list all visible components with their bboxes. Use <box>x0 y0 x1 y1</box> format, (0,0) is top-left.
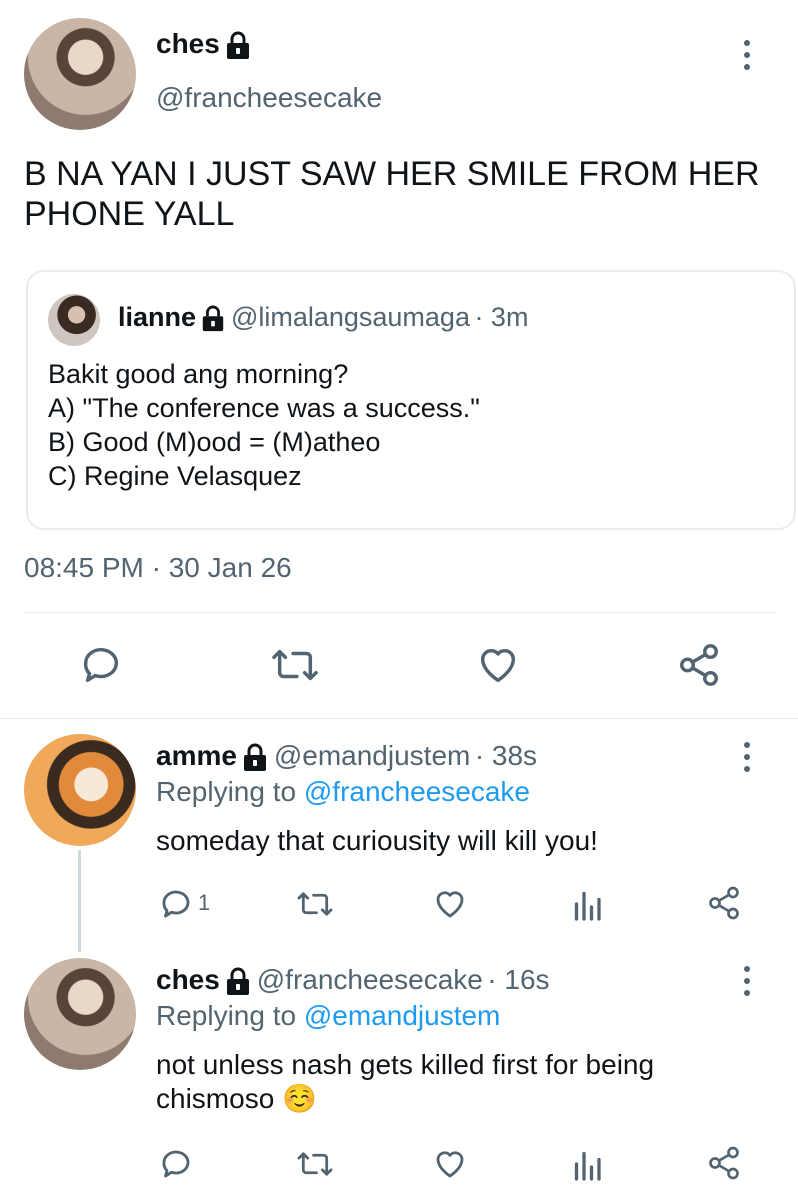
divider <box>0 718 798 719</box>
lock-icon <box>200 305 226 338</box>
like-icon <box>436 1151 464 1178</box>
reply-author[interactable]: amme @emandjustem · 38s <box>156 740 537 778</box>
replying-to-label: Replying to <box>156 776 297 807</box>
lock-icon <box>224 967 252 1002</box>
main-tweet-text: B NA YAN I JUST SAW HER SMILE FROM HER P… <box>24 155 760 233</box>
reply-handle: @emandjustem <box>273 740 471 771</box>
divider <box>24 612 776 613</box>
reply-button[interactable] <box>78 642 124 688</box>
like-button[interactable] <box>432 1146 468 1182</box>
quoted-tweet-handle: @limalangsaumaga <box>230 302 470 332</box>
more-icon[interactable] <box>744 966 750 1002</box>
reply-handle: @francheesecake <box>256 964 483 995</box>
analytics-icon <box>574 1151 601 1181</box>
reply-button[interactable] <box>158 1146 194 1182</box>
quoted-tweet-author: lianne @limalangsaumaga · 3m <box>118 302 528 338</box>
mention-link[interactable]: @francheesecake <box>304 776 530 807</box>
reply-time: · 16s <box>487 964 550 995</box>
share-button[interactable] <box>706 884 742 922</box>
like-icon <box>436 891 464 918</box>
reply-icon <box>162 890 190 918</box>
reply-display-name: ches <box>156 964 220 995</box>
main-tweet-avatar[interactable] <box>24 18 136 130</box>
reply-avatar[interactable] <box>24 734 136 846</box>
share-button[interactable] <box>706 1144 742 1182</box>
thread-line <box>78 850 81 952</box>
main-tweet-timestamp: 08:45 PM · 30 Jan 26 <box>24 552 292 583</box>
analytics-button[interactable] <box>572 1146 602 1182</box>
reply-text: someday that curiousity will kill you! <box>156 825 598 856</box>
quoted-tweet-display-name: lianne <box>118 302 197 332</box>
retweet-icon <box>297 892 333 916</box>
analytics-button[interactable] <box>572 886 602 922</box>
retweet-icon <box>272 649 318 681</box>
like-icon <box>480 648 516 683</box>
share-icon <box>709 1146 739 1180</box>
mention-link[interactable]: @emandjustem <box>304 1000 501 1031</box>
like-button[interactable] <box>432 886 468 922</box>
main-tweet-author[interactable]: ches <box>156 28 252 66</box>
main-tweet-handle[interactable]: @francheesecake <box>156 82 382 114</box>
quoted-tweet-time: · 3m <box>474 302 529 332</box>
main-tweet-display-name: ches <box>156 28 220 59</box>
more-icon[interactable] <box>744 742 750 778</box>
reply-icon <box>162 1150 190 1178</box>
more-icon[interactable] <box>744 40 750 76</box>
quoted-tweet-avatar <box>48 294 100 346</box>
share-button[interactable] <box>676 642 722 688</box>
share-icon <box>709 886 739 920</box>
reply-avatar[interactable] <box>24 958 136 1070</box>
lock-icon <box>241 743 269 778</box>
reply-time: · 38s <box>474 740 538 771</box>
retweet-button[interactable] <box>296 886 334 922</box>
like-button[interactable] <box>474 642 522 688</box>
quoted-tweet-text: Bakit good ang morning? A) "The conferen… <box>48 359 480 491</box>
analytics-icon <box>574 891 601 921</box>
reply-text: not unless nash gets killed first for be… <box>156 1049 655 1114</box>
reply-display-name: amme <box>156 740 237 771</box>
retweet-icon <box>297 1152 333 1176</box>
lock-icon <box>224 31 252 66</box>
reply-author[interactable]: ches @francheesecake · 16s <box>156 964 550 1002</box>
retweet-button[interactable] <box>270 642 320 688</box>
retweet-button[interactable] <box>296 1146 334 1182</box>
replying-to-line: Replying to @francheesecake <box>156 776 530 808</box>
reply-button[interactable] <box>158 886 194 922</box>
replying-to-line: Replying to @emandjustem <box>156 1000 500 1032</box>
reply-icon <box>83 648 119 683</box>
replying-to-label: Replying to <box>156 1000 297 1031</box>
share-icon <box>680 644 718 686</box>
reply-count: 1 <box>198 890 211 915</box>
